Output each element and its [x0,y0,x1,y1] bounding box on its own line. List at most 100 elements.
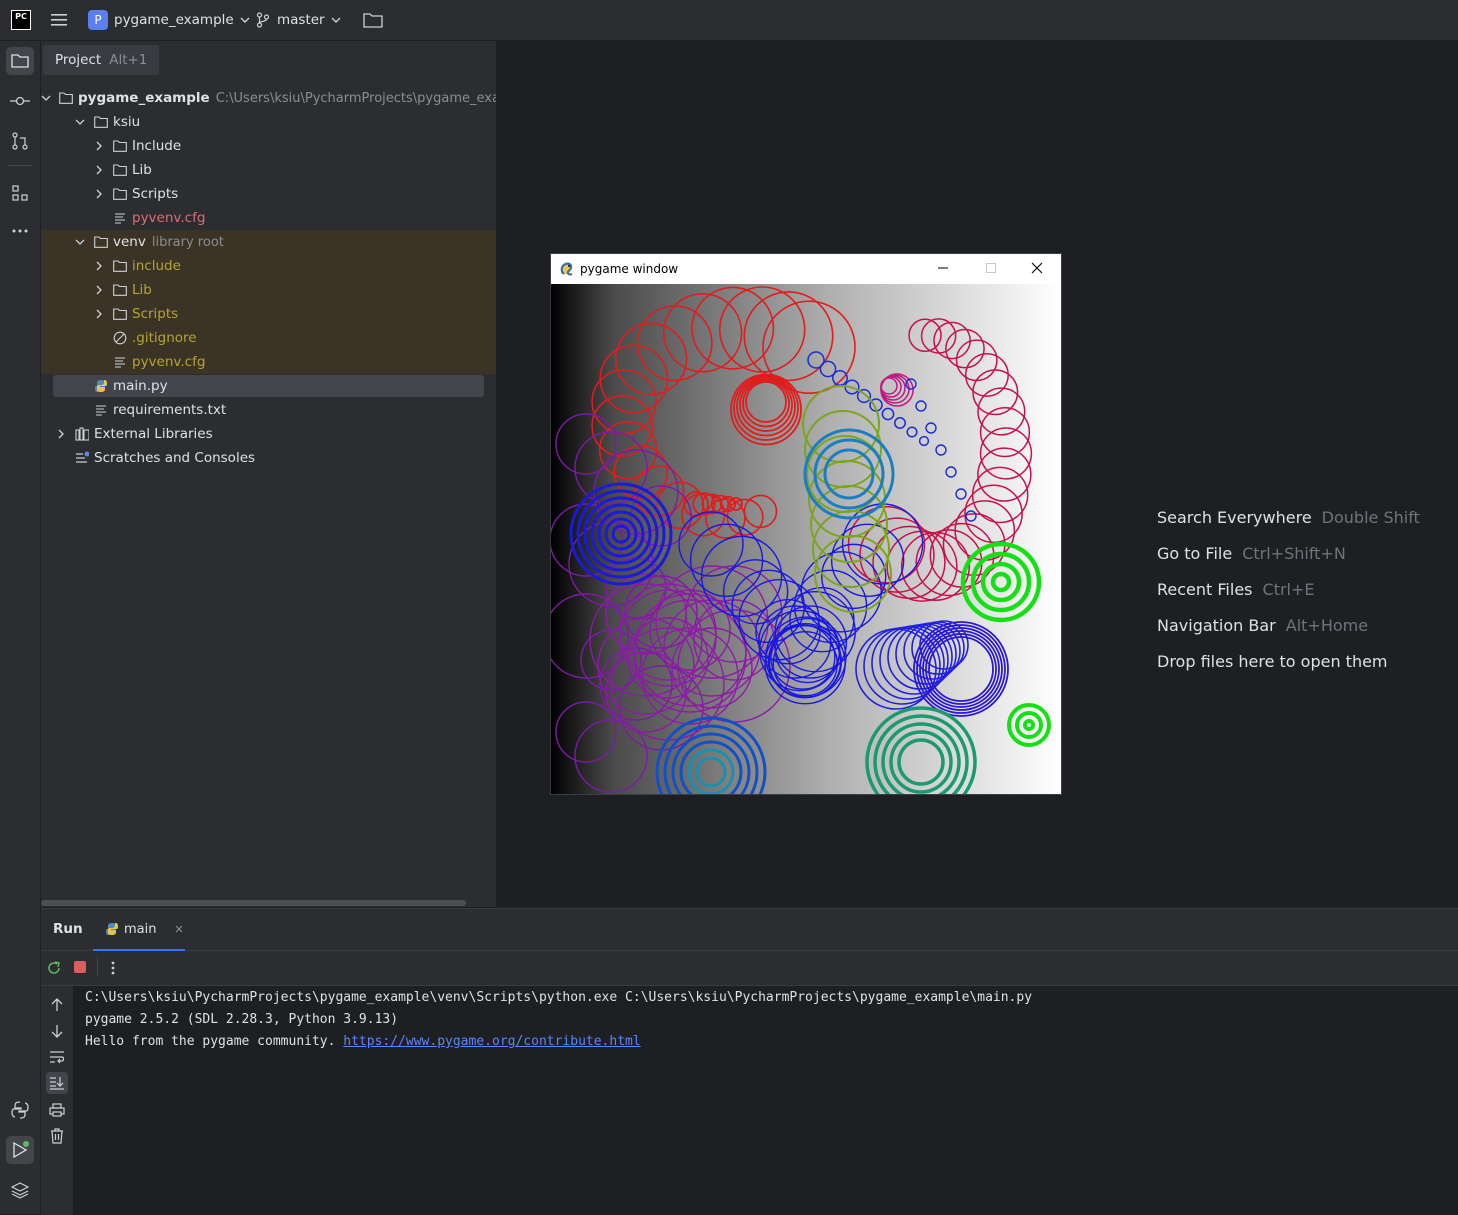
toolbar-divider [97,957,98,977]
more-vertical-icon [111,961,115,975]
hint-shortcut: Double Shift [1321,508,1420,527]
tree-item[interactable]: Lib [41,278,496,302]
hint-shortcut: Alt+Home [1285,616,1369,635]
pull-request-icon [12,132,28,150]
chevron-down-icon[interactable] [74,236,86,248]
project-badge: P [88,10,108,30]
empty-editor-hint[interactable]: Recent Files Ctrl+E [1157,580,1314,599]
contribute-link[interactable]: https://www.pygame.org/contribute.html [343,1034,640,1049]
pygame-canvas[interactable] [551,284,1061,794]
pygame-window-titlebar[interactable]: pygame window [551,254,1061,284]
python-console-button[interactable] [6,1096,34,1124]
tree-item[interactable]: Scripts [41,182,496,206]
open-folder-button[interactable] [363,0,383,40]
tree-item[interactable]: External Libraries [41,422,496,446]
branch-name: master [277,12,325,28]
hint-shortcut: Ctrl+E [1262,580,1315,599]
empty-editor-hint[interactable]: Search Everywhere Double Shift [1157,508,1420,527]
text-file-icon [94,403,108,417]
branch-switcher[interactable]: master [256,0,341,40]
empty-editor-hint[interactable]: Navigation Bar Alt+Home [1157,616,1368,635]
tree-item[interactable]: include [41,254,496,278]
rerun-button[interactable] [46,960,62,980]
clear-all-button[interactable] [50,1128,64,1148]
scroll-to-end-button[interactable] [46,1072,68,1094]
tree-item[interactable]: .gitignore [41,326,496,350]
scroll-down-button[interactable] [50,1024,64,1042]
pygame-window-title: pygame window [580,262,679,276]
folder-icon [94,115,108,129]
commit-tool-button[interactable] [6,87,34,115]
tree-item[interactable]: Lib [41,158,496,182]
commit-icon [10,96,30,106]
tree-item[interactable]: Scratches and Consoles [41,446,496,470]
empty-editor-hint[interactable]: Drop files here to open them [1157,652,1388,671]
hint-shortcut: Ctrl+Shift+N [1242,544,1346,563]
maximize-button[interactable] [985,262,997,277]
tree-item[interactable]: requirements.txt [41,398,496,422]
chevron-right-icon[interactable] [93,164,105,176]
main-menu-button[interactable] [50,0,68,40]
folder-icon [59,91,73,105]
chevron-down-icon[interactable] [74,116,86,128]
pygame-window[interactable]: pygame window [551,254,1061,794]
chevron-right-icon[interactable] [93,284,105,296]
console-output[interactable]: C:\Users\ksiu\PycharmProjects\pygame_exa… [85,987,1032,1053]
tree-item[interactable]: pygame_example C:\Users\ksiu\PycharmProje… [41,86,496,110]
stop-button[interactable] [74,961,86,973]
tree-item[interactable]: pyvenv.cfg [41,350,496,374]
tree-item-label: .gitignore [132,330,197,346]
project-switcher[interactable]: P pygame_example [88,0,250,40]
services-tool-button[interactable] [6,1176,34,1204]
scroll-up-button[interactable] [50,998,64,1016]
soft-wrap-button[interactable] [49,1050,65,1068]
text-file-icon [113,355,127,369]
tree-item[interactable]: Include [41,134,496,158]
app-logo[interactable]: PC [11,0,31,40]
empty-editor-hint[interactable]: Go to File Ctrl+Shift+N [1157,544,1346,563]
more-horizontal-icon [12,229,28,233]
structure-tool-button[interactable] [6,179,34,207]
tree-item[interactable]: main.py [41,374,496,398]
tree-item-label: venv [113,234,146,250]
tree-item[interactable]: Scripts [41,302,496,326]
console-side-toolbar [41,986,73,1215]
folder-icon [113,187,127,201]
run-tab-bar: Run main [41,909,1458,951]
run-panel: Run main C:\Users\ksiu\PycharmProjects\p… [41,908,1458,1215]
minimize-icon [938,267,948,269]
project-panel-title: Project [55,52,102,68]
run-tool-button[interactable] [6,1136,34,1164]
print-icon [49,1103,65,1117]
tab-main[interactable]: main [93,909,185,951]
chevron-right-icon[interactable] [93,140,105,152]
tree-item-label: Lib [132,162,152,178]
project-name: pygame_example [114,12,234,28]
close-icon [1031,262,1043,274]
more-tools-button[interactable] [6,217,34,245]
chevron-right-icon[interactable] [93,308,105,320]
project-tool-button[interactable] [6,47,34,75]
tree-item-label: Scripts [132,186,179,202]
python-file-icon [94,379,108,393]
chevron-right-icon[interactable] [93,260,105,272]
horizontal-scrollbar[interactable] [41,900,466,906]
git-branch-icon [256,12,270,28]
print-button[interactable] [49,1103,65,1121]
minimize-button[interactable] [937,262,949,277]
tree-item[interactable]: pyvenv.cfg [41,206,496,230]
pull-requests-tool-button[interactable] [6,127,34,155]
tree-item[interactable]: ksiu [41,110,496,134]
chevron-down-icon[interactable] [41,92,51,104]
close-window-button[interactable] [1031,262,1043,277]
scratches-icon [75,451,89,465]
more-options-button[interactable] [111,960,115,980]
tree-item[interactable]: venv library root [41,230,496,254]
chevron-right-icon[interactable] [55,428,67,440]
close-tab-icon[interactable] [174,924,184,934]
folder-icon [11,54,29,68]
project-panel-header[interactable]: Project Alt+1 [43,45,160,75]
chevron-right-icon[interactable] [93,188,105,200]
